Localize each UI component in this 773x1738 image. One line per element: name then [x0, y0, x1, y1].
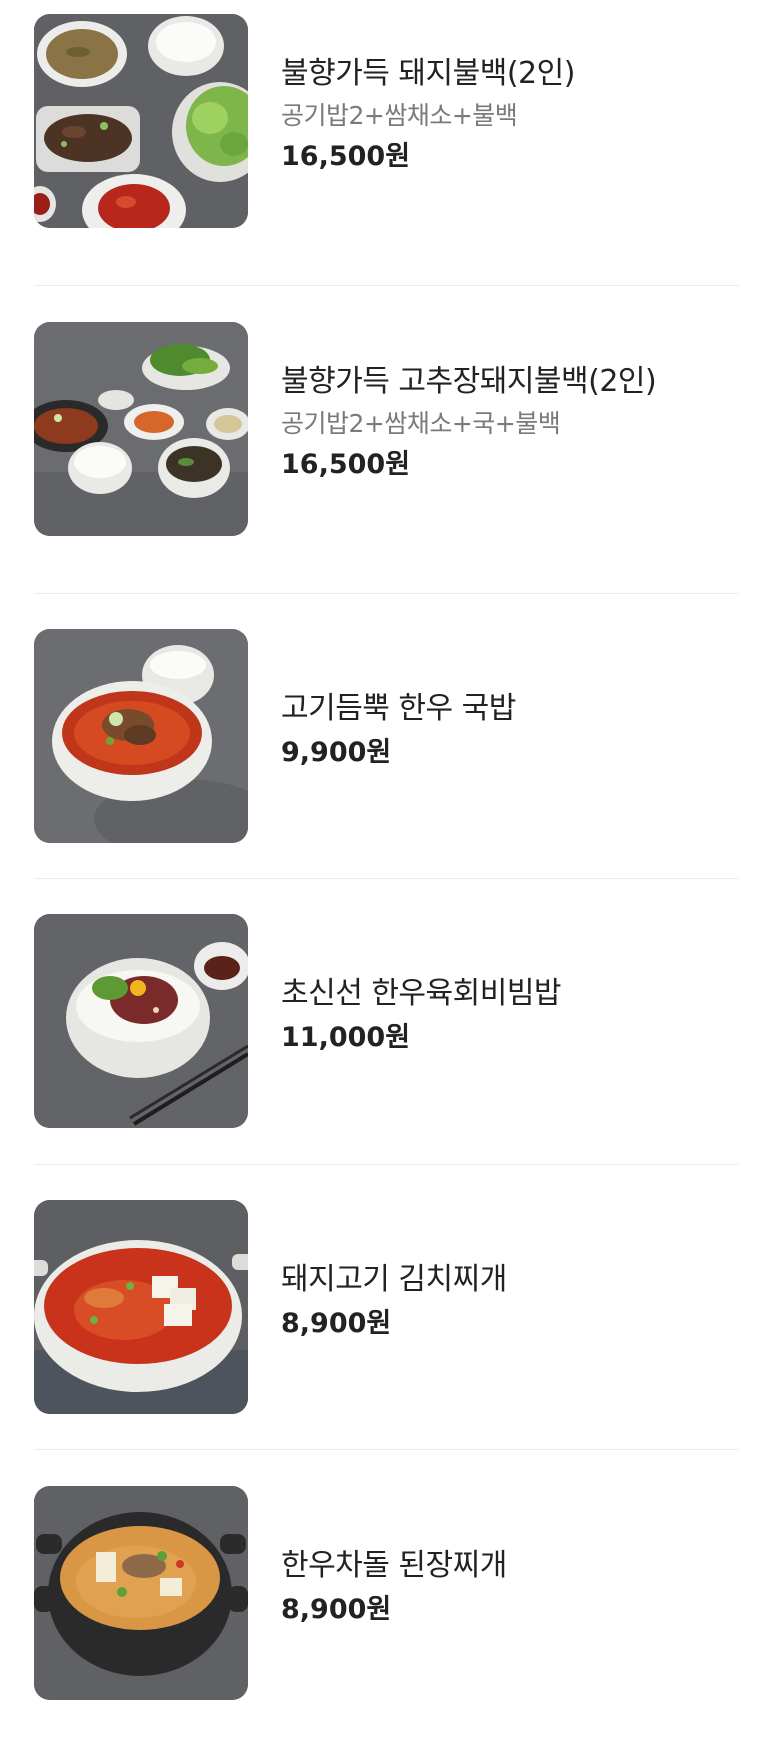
divider: [34, 593, 739, 594]
menu-item-price: 16,500원: [281, 449, 411, 480]
menu-item-gochujang-pork-bulbaek[interactable]: 불향가득 고추장돼지불백(2인) 공기밥2+쌈채소+국+불백 16,500원: [0, 322, 773, 562]
menu-item-hanwoo-gukbap[interactable]: 고기듬뿍 한우 국밥 9,900원: [0, 629, 773, 869]
menu-item-description: 공기밥2+쌈채소+불백: [281, 101, 518, 130]
menu-item-name: 초신선 한우육회비빔밥: [281, 976, 562, 1011]
menu-list: 불향가득 돼지불백(2인) 공기밥2+쌈채소+불백 16,500원 불향가득 고…: [0, 0, 773, 1738]
menu-item-price: 8,900원: [281, 1594, 392, 1625]
menu-item-doenjang-jjigae[interactable]: 한우차돌 된장찌개 8,900원: [0, 1486, 773, 1726]
menu-item-photo: [34, 1200, 248, 1414]
menu-item-kimchi-jjigae[interactable]: 돼지고기 김치찌개 8,900원: [0, 1200, 773, 1440]
menu-item-name: 불향가득 돼지불백(2인): [281, 56, 575, 91]
menu-item-price: 9,900원: [281, 737, 392, 768]
menu-item-yukhoe-bibimbap[interactable]: 초신선 한우육회비빔밥 11,000원: [0, 914, 773, 1154]
menu-item-name: 불향가득 고추장돼지불백(2인): [281, 364, 657, 399]
menu-item-price: 8,900원: [281, 1308, 392, 1339]
divider: [34, 878, 739, 879]
menu-item-price: 16,500원: [281, 141, 411, 172]
menu-item-photo: [34, 322, 248, 536]
menu-item-name: 고기듬뿍 한우 국밥: [281, 691, 516, 726]
menu-item-price: 11,000원: [281, 1022, 411, 1053]
menu-item-pork-bulbaek[interactable]: 불향가득 돼지불백(2인) 공기밥2+쌈채소+불백 16,500원: [0, 14, 773, 254]
menu-item-name: 돼지고기 김치찌개: [281, 1262, 507, 1297]
divider: [34, 1164, 739, 1165]
menu-item-photo: [34, 1486, 248, 1700]
menu-item-name: 한우차돌 된장찌개: [281, 1548, 507, 1583]
menu-item-photo: [34, 629, 248, 843]
menu-item-description: 공기밥2+쌈채소+국+불백: [281, 409, 561, 438]
divider: [34, 285, 739, 286]
menu-item-photo: [34, 14, 248, 228]
menu-item-photo: [34, 914, 248, 1128]
divider: [34, 1449, 739, 1450]
